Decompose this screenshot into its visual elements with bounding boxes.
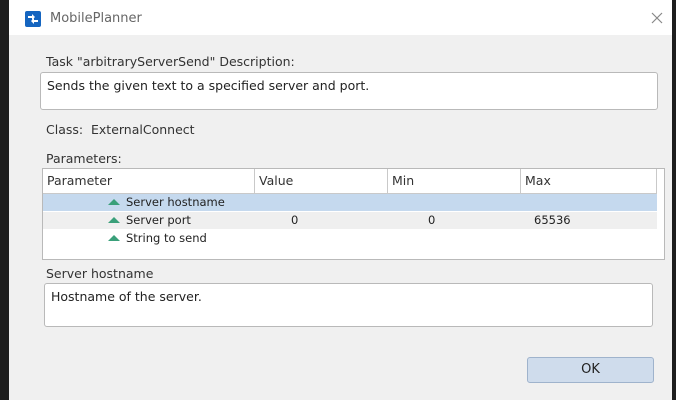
task-description-label: Task "arbitraryServerSend" Description: [46, 54, 295, 69]
window-edge-right [672, 0, 676, 400]
detail-description-text: Hostname of the server. [51, 289, 202, 304]
table-row[interactable]: Server hostname [43, 194, 657, 211]
table-row[interactable]: Server port 0 0 65536 [43, 212, 657, 229]
class-label: Class: [46, 122, 84, 137]
dialog-window: MobilePlanner Task "arbitraryServerSend"… [9, 0, 672, 400]
window-title: MobilePlanner [50, 11, 142, 26]
table-header: Parameter Value Min Max [43, 169, 657, 194]
task-description-text: Sends the given text to a specified serv… [47, 78, 370, 93]
table-row[interactable]: String to send [43, 230, 657, 247]
param-name: Server hostname [126, 195, 225, 209]
detail-description-field[interactable]: Hostname of the server. [44, 283, 653, 327]
app-logo-icon [25, 11, 41, 27]
param-name: Server port [126, 213, 191, 227]
detail-title: Server hostname [46, 266, 154, 281]
triangle-up-icon [108, 235, 120, 241]
triangle-up-icon [108, 217, 120, 223]
ok-button[interactable]: OK [527, 357, 654, 383]
column-header-min[interactable]: Min [388, 169, 521, 193]
column-header-parameter[interactable]: Parameter [43, 169, 255, 193]
column-header-max[interactable]: Max [521, 169, 657, 193]
title-bar: MobilePlanner [9, 0, 672, 35]
column-header-value[interactable]: Value [255, 169, 388, 193]
parameters-table[interactable]: Parameter Value Min Max Server hostname … [42, 168, 665, 260]
parameters-label: Parameters: [46, 151, 122, 166]
window-edge-left [0, 0, 9, 400]
param-name: String to send [126, 231, 207, 245]
task-description-field[interactable]: Sends the given text to a specified serv… [40, 72, 658, 110]
param-max: 65536 [534, 213, 571, 227]
triangle-up-icon [108, 199, 120, 205]
class-value: ExternalConnect [91, 122, 195, 137]
param-min: 0 [428, 213, 436, 227]
param-value: 0 [291, 213, 299, 227]
close-icon[interactable] [648, 9, 666, 27]
